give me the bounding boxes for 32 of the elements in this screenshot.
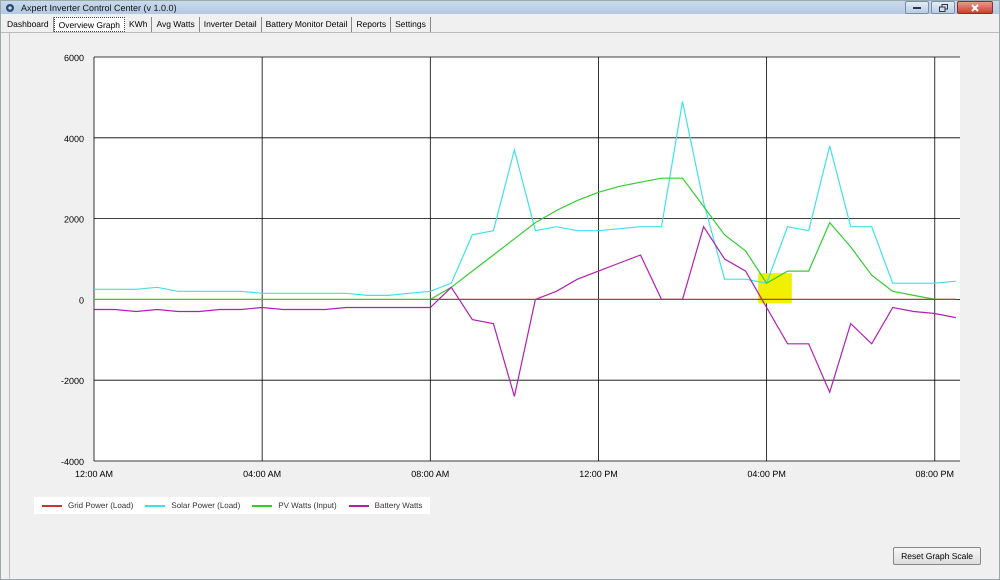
- y-tick-label: 2000: [64, 214, 84, 225]
- tab[interactable]: Reports: [352, 17, 392, 32]
- window-title: Axpert Inverter Control Center (v 1.0.0): [21, 2, 177, 12]
- legend-label: Battery Watts: [374, 501, 422, 510]
- app-icon: [5, 2, 15, 12]
- tab[interactable]: Overview Graph: [54, 17, 126, 32]
- legend-label: Grid Power (Load): [68, 501, 134, 510]
- minimize-icon: [913, 6, 921, 9]
- x-tick-label: 08:00 AM: [411, 469, 450, 479]
- tab[interactable]: Settings: [391, 17, 431, 32]
- x-tick-label: 12:00 PM: [579, 469, 618, 479]
- minimize-button[interactable]: [905, 1, 929, 14]
- y-tick-label: 6000: [64, 53, 84, 63]
- x-tick-label: 08:00 PM: [916, 469, 954, 479]
- x-tick-label: 12:00 AM: [74, 469, 114, 479]
- tab[interactable]: Avg Watts: [152, 17, 200, 32]
- y-tick-label: 0: [78, 295, 84, 306]
- tab[interactable]: Inverter Detail: [200, 17, 262, 32]
- x-tick-label: 04:00 PM: [747, 469, 786, 479]
- reset-graph-scale-button[interactable]: Reset Graph Scale: [893, 547, 981, 565]
- tab[interactable]: Battery Monitor Detail: [262, 17, 352, 32]
- legend-label: PV Watts (Input): [278, 501, 337, 510]
- close-button[interactable]: [957, 1, 993, 14]
- y-tick-label: -4000: [60, 457, 84, 467]
- restore-button[interactable]: [931, 1, 955, 14]
- y-tick-label: -2000: [60, 376, 84, 386]
- legend-label: Solar Power (Load): [171, 501, 240, 510]
- tab[interactable]: KWh: [125, 17, 152, 32]
- y-tick-label: 4000: [64, 134, 84, 144]
- x-tick-label: 04:00 AM: [243, 469, 282, 479]
- restore-icon: [938, 4, 948, 12]
- close-icon: [971, 4, 979, 12]
